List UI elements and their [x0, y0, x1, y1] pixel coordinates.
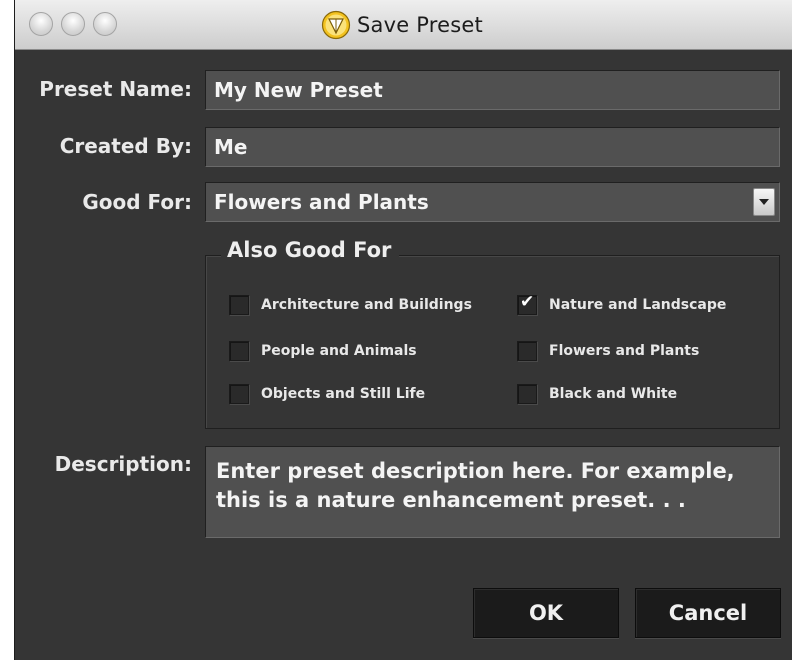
cancel-button[interactable]: Cancel	[635, 588, 781, 638]
checkbox-flowers-plants[interactable]: Flowers and Plants	[517, 340, 699, 362]
minimize-window-button[interactable]	[61, 12, 85, 36]
save-preset-dialog: Save Preset Preset Name: My New Preset C…	[14, 0, 792, 660]
checkbox-label: Objects and Still Life	[261, 386, 426, 402]
ok-button[interactable]: OK	[473, 588, 619, 638]
title-bar: Save Preset	[15, 0, 792, 50]
checkbox-nature-landscape[interactable]: Nature and Landscape	[517, 292, 727, 316]
checkbox-box[interactable]	[517, 384, 537, 404]
checkbox-label: Black and White	[549, 386, 678, 402]
preset-name-label: Preset Name:	[39, 77, 192, 101]
created-by-label: Created By:	[59, 134, 192, 158]
description-label: Description:	[54, 452, 192, 476]
checkbox-box[interactable]	[517, 341, 537, 361]
good-for-select[interactable]: Flowers and Plants	[205, 182, 780, 222]
checkbox-label: People and Animals	[261, 343, 417, 359]
checkbox-label: Nature and Landscape	[549, 297, 727, 313]
checkbox-architecture-buildings[interactable]: Architecture and Buildings	[229, 294, 472, 316]
checkbox-label: Architecture and Buildings	[261, 297, 472, 313]
also-good-for-legend: Also Good For	[221, 238, 400, 262]
checkbox-people-animals[interactable]: People and Animals	[229, 340, 417, 362]
zoom-window-button[interactable]	[93, 12, 117, 36]
close-window-button[interactable]	[29, 12, 53, 36]
checkbox-objects-still-life[interactable]: Objects and Still Life	[229, 383, 425, 405]
preset-name-input[interactable]: My New Preset	[205, 70, 780, 110]
created-by-input[interactable]: Me	[205, 127, 780, 167]
good-for-selected-value: Flowers and Plants	[214, 190, 429, 214]
window-title: Save Preset	[357, 13, 483, 37]
window-title-group: Save Preset	[321, 8, 483, 42]
good-for-label: Good For:	[82, 190, 192, 214]
checkbox-label: Flowers and Plants	[549, 343, 700, 359]
checkbox-box-checked[interactable]	[517, 292, 537, 315]
chevron-down-icon[interactable]	[753, 188, 775, 216]
description-textarea[interactable]: Enter preset description here. For examp…	[205, 446, 780, 538]
checkbox-box[interactable]	[229, 295, 249, 315]
checkbox-black-white[interactable]: Black and White	[517, 383, 677, 405]
checkbox-box[interactable]	[229, 341, 249, 361]
checkbox-box[interactable]	[229, 384, 249, 404]
triangle-logo-icon	[321, 10, 351, 40]
